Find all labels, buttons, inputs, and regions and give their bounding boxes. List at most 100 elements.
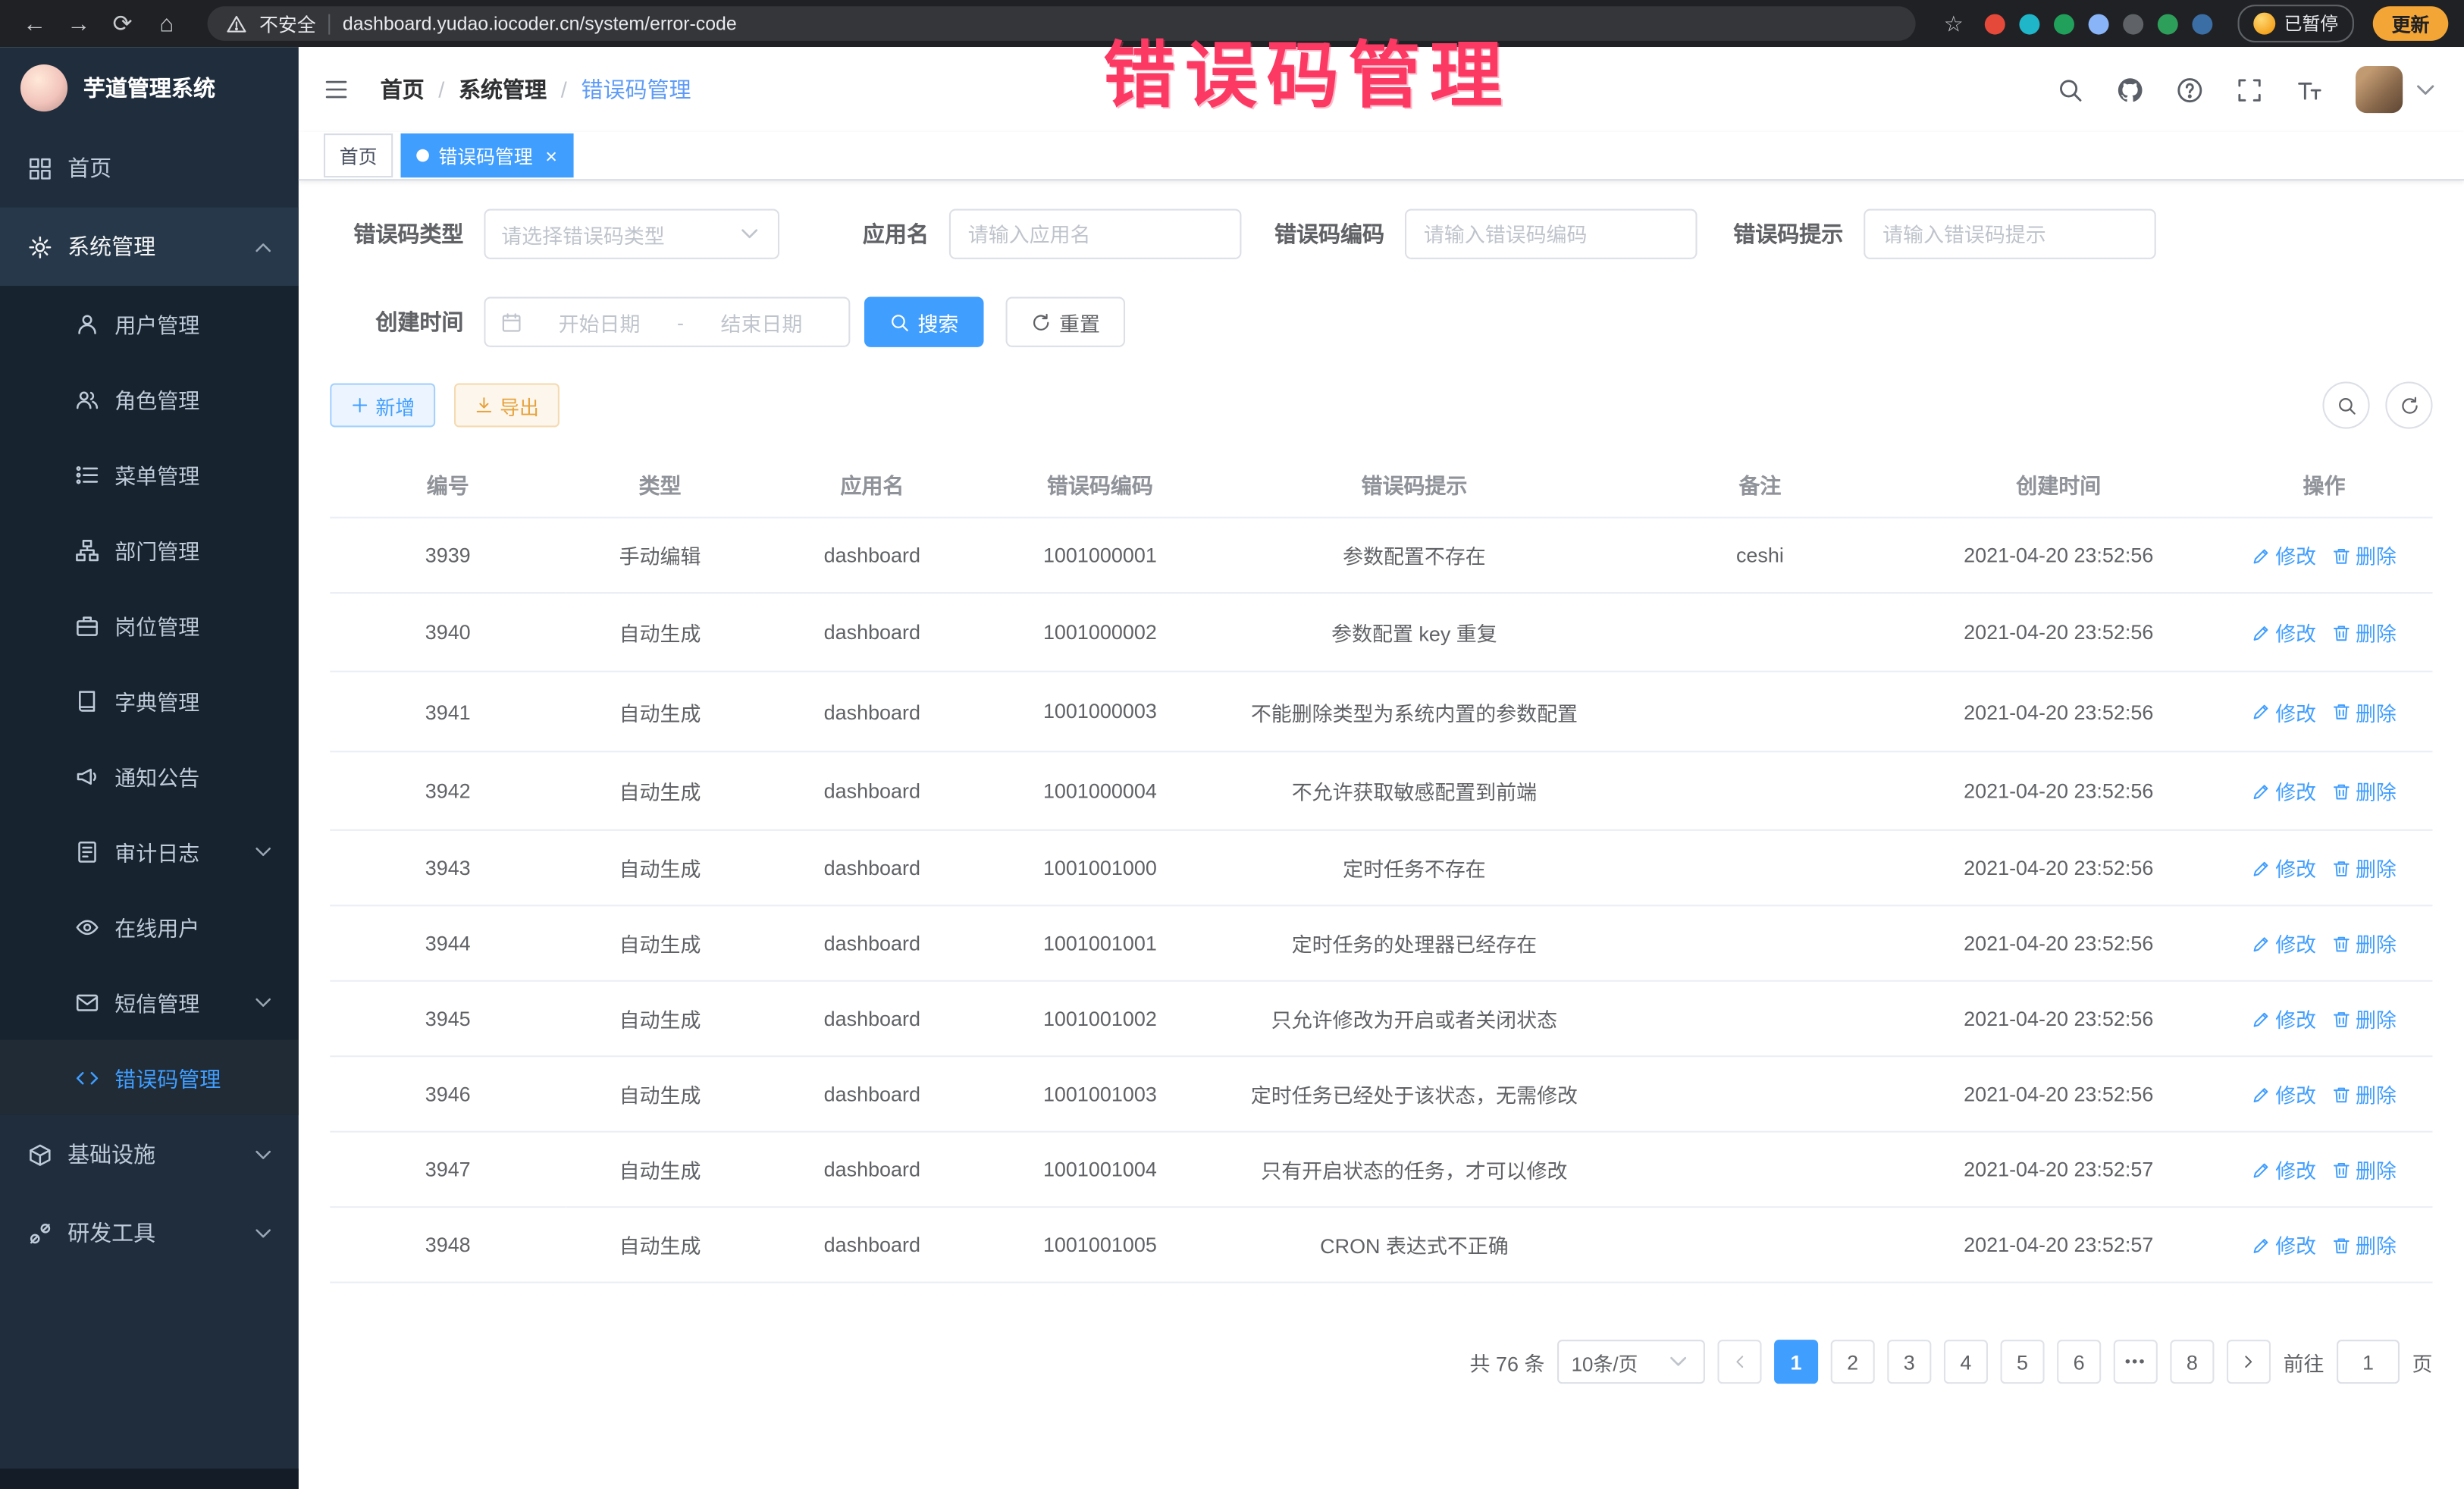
pager-page-5[interactable]: 5 <box>2000 1340 2044 1384</box>
sidebar-item-notice[interactable]: 通知公告 <box>0 738 299 813</box>
edit-link[interactable]: 修改 <box>2252 618 2316 647</box>
sidebar-item-role-management[interactable]: 角色管理 <box>0 361 299 436</box>
sidebar-item-post-management[interactable]: 岗位管理 <box>0 588 299 663</box>
pager-page-2[interactable]: 2 <box>1831 1340 1875 1384</box>
sidebar-item-system-management[interactable]: 系统管理 <box>0 207 299 286</box>
browser-reload-icon[interactable]: ⟳ <box>104 5 142 42</box>
pager-more-button[interactable]: ••• <box>2114 1340 2158 1384</box>
sidebar-item-user-management[interactable]: 用户管理 <box>0 286 299 361</box>
error-msg-input[interactable] <box>1864 209 2156 259</box>
paused-badge[interactable]: 已暂停 <box>2239 5 2354 42</box>
tag-bar: 首页 错误码管理 × <box>299 132 2464 180</box>
delete-link[interactable]: 删除 <box>2332 929 2397 958</box>
search-button[interactable]: 搜索 <box>864 297 984 347</box>
bookmark-star-icon[interactable]: ☆ <box>1944 10 1964 36</box>
pager-prev-button[interactable] <box>1717 1340 1761 1384</box>
sidebar-item-online-user[interactable]: 在线用户 <box>0 889 299 964</box>
user-menu[interactable] <box>2356 66 2439 113</box>
edit-link[interactable]: 修改 <box>2252 1155 2316 1184</box>
goto-page-input[interactable] <box>2337 1340 2400 1384</box>
cell-remark <box>1619 593 1901 672</box>
tab-label: 错误码管理 <box>438 142 532 168</box>
cell-id: 3947 <box>330 1132 566 1207</box>
extension-icon[interactable] <box>2020 14 2040 34</box>
sidebar-item-dev-tools[interactable]: 研发工具 <box>0 1193 299 1272</box>
error-code-input[interactable] <box>1405 209 1698 259</box>
browser-back-icon[interactable]: ← <box>16 5 54 42</box>
delete-link[interactable]: 删除 <box>2332 1230 2397 1260</box>
breadcrumb-item[interactable]: 系统管理 <box>459 74 547 105</box>
delete-link[interactable]: 删除 <box>2332 1155 2397 1184</box>
add-button[interactable]: 新增 <box>330 383 435 427</box>
refresh-icon <box>2399 395 2419 415</box>
pager-page-6[interactable]: 6 <box>2057 1340 2101 1384</box>
sidebar-item-home[interactable]: 首页 <box>0 129 299 208</box>
delete-link[interactable]: 删除 <box>2332 854 2397 883</box>
pager-page-8[interactable]: 8 <box>2170 1340 2214 1384</box>
cell-message: 只有开启状态的任务，才可以修改 <box>1210 1132 1619 1207</box>
edit-link[interactable]: 修改 <box>2252 929 2316 958</box>
browser-forward-icon[interactable]: → <box>60 5 98 42</box>
edit-link[interactable]: 修改 <box>2252 1230 2316 1260</box>
edit-link[interactable]: 修改 <box>2252 854 2316 883</box>
extension-icon[interactable] <box>2124 14 2144 34</box>
header-search-button[interactable] <box>2057 76 2083 102</box>
edit-link[interactable]: 修改 <box>2252 1004 2316 1033</box>
sidebar-item-menu-management[interactable]: 菜单管理 <box>0 437 299 512</box>
refresh-table-button[interactable] <box>2385 381 2432 428</box>
pager-next-button[interactable] <box>2227 1340 2271 1384</box>
edit-link[interactable]: 修改 <box>2252 1080 2316 1109</box>
cell-message: 定时任务的处理器已经存在 <box>1210 906 1619 981</box>
cell-time: 2021-04-20 23:52:56 <box>1901 751 2216 830</box>
breadcrumb-item[interactable]: 首页 <box>381 74 425 105</box>
extension-icon[interactable] <box>2089 14 2110 34</box>
export-button[interactable]: 导出 <box>454 383 560 427</box>
tab-close-icon[interactable]: × <box>545 146 557 166</box>
reset-button[interactable]: 重置 <box>1006 297 1126 347</box>
error-type-select[interactable]: 请选择错误码类型 <box>484 209 779 259</box>
extension-icon[interactable] <box>2055 14 2075 34</box>
sidebar-item-infrastructure[interactable]: 基础设施 <box>0 1115 299 1194</box>
sidebar-item-audit-log[interactable]: 审计日志 <box>0 813 299 889</box>
table-row: 3940自动生成dashboard1001000002参数配置 key 重复20… <box>330 593 2432 672</box>
sidebar-item-sms-management[interactable]: 短信管理 <box>0 964 299 1039</box>
app-name-input[interactable] <box>949 209 1242 259</box>
date-range-picker[interactable]: 开始日期 - 结束日期 <box>484 297 850 347</box>
pager-page-4[interactable]: 4 <box>1944 1340 1988 1384</box>
extension-icon[interactable] <box>2158 14 2179 34</box>
extension-icon[interactable] <box>2193 14 2213 34</box>
edit-link[interactable]: 修改 <box>2252 541 2316 570</box>
font-size-button[interactable] <box>2296 76 2322 102</box>
delete-link[interactable]: 删除 <box>2332 1080 2397 1109</box>
fullscreen-button[interactable] <box>2236 76 2262 102</box>
cell-type: 自动生成 <box>566 593 754 672</box>
edit-link[interactable]: 修改 <box>2252 776 2316 806</box>
extension-icon[interactable] <box>1986 14 2006 34</box>
tab-错误码管理[interactable]: 错误码管理 × <box>401 133 573 177</box>
delete-link[interactable]: 删除 <box>2332 1004 2397 1033</box>
delete-link[interactable]: 删除 <box>2332 618 2397 647</box>
log-icon <box>75 839 99 863</box>
delete-link[interactable]: 删除 <box>2332 697 2397 726</box>
browser-update-button[interactable]: 更新 <box>2373 6 2449 41</box>
edit-link[interactable]: 修改 <box>2252 697 2316 726</box>
pager-page-1[interactable]: 1 <box>1774 1340 1818 1384</box>
calendar-icon <box>501 312 522 332</box>
sidebar-item-dict-management[interactable]: 字典管理 <box>0 663 299 738</box>
browser-home-icon[interactable]: ⌂ <box>148 5 186 42</box>
chevron-down-icon <box>737 221 762 246</box>
pager-page-3[interactable]: 3 <box>1887 1340 1931 1384</box>
delete-link[interactable]: 删除 <box>2332 541 2397 570</box>
github-button[interactable] <box>2117 76 2143 102</box>
cell-app: dashboard <box>754 1208 990 1283</box>
help-button[interactable] <box>2177 76 2203 102</box>
address-bar[interactable]: 不安全 dashboard.yudao.iocoder.cn/system/er… <box>208 6 1916 41</box>
tab-首页[interactable]: 首页 <box>324 133 393 177</box>
delete-link[interactable]: 删除 <box>2332 776 2397 806</box>
sidebar-item-dept-management[interactable]: 部门管理 <box>0 512 299 587</box>
menu-fold-icon[interactable] <box>324 74 355 105</box>
hide-search-button[interactable] <box>2322 381 2369 428</box>
sidebar-item-error-code-management[interactable]: 错误码管理 <box>0 1039 299 1114</box>
sidebar-logo[interactable]: 芋道管理系统 <box>0 47 299 129</box>
page-size-select[interactable]: 10条/页 <box>1557 1340 1705 1384</box>
